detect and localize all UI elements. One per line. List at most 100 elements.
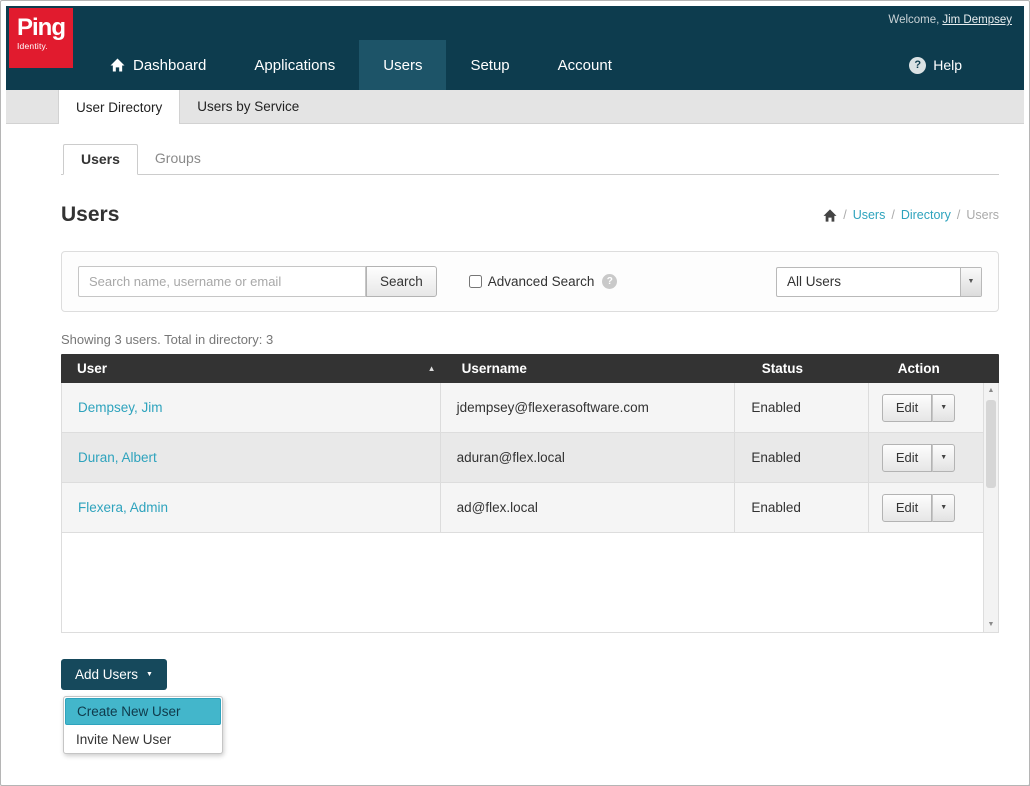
breadcrumb-current: Users [966,208,999,222]
search-button[interactable]: Search [366,266,437,297]
breadcrumb-separator: / [843,208,846,222]
sort-ascending-icon[interactable]: ▲ [428,364,436,373]
menu-item-create-new-user[interactable]: Create New User [65,698,221,725]
nav-item-dashboard[interactable]: Dashboard [86,40,230,90]
user-link[interactable]: Flexera, Admin [78,500,168,515]
column-label: Username [462,361,527,376]
advanced-search-help-icon[interactable]: ? [602,274,617,289]
table-row: Duran, Albert aduran@flex.local Enabled … [62,433,983,483]
column-header-username[interactable]: Username [446,361,746,376]
chevron-down-icon: ▼ [940,454,947,461]
nav-label: Users [383,57,422,74]
tab-groups[interactable]: Groups [138,144,218,174]
content-area: Users Groups Users / Users / Directory /… [6,124,1024,754]
logo-text-ping: Ping [17,15,73,41]
logo-text-identity: Identity. [17,41,73,51]
nav-item-users[interactable]: Users [359,40,446,90]
edit-split-button: Edit ▼ [882,444,955,472]
table-header: User ▲ Username Status Action [61,354,999,383]
breadcrumb-home-icon[interactable] [823,209,837,222]
welcome-label: Welcome, [888,14,939,26]
edit-split-button: Edit ▼ [882,394,955,422]
column-header-status[interactable]: Status [746,361,882,376]
breadcrumb-link-directory[interactable]: Directory [901,208,951,222]
page-header: Users / Users / Directory / Users [61,203,999,227]
user-filter-select[interactable]: All Users ▼ [776,267,982,297]
advanced-search-option: Advanced Search ? [469,274,618,289]
nav-item-applications[interactable]: Applications [230,40,359,90]
username-cell: aduran@flex.local [440,433,735,482]
tab-user-directory[interactable]: User Directory [58,90,180,124]
search-input[interactable] [78,266,366,297]
nav-item-account[interactable]: Account [534,40,636,90]
select-dropdown-icon: ▼ [960,268,981,296]
breadcrumb-separator: / [891,208,894,222]
nav-label: Account [558,57,612,74]
nav-item-setup[interactable]: Setup [446,40,533,90]
help-label: Help [933,57,962,73]
main-nav: Dashboard Applications Users Setup Accou… [86,40,636,90]
section-tabs: Users Groups [61,144,999,175]
user-cell: Dempsey, Jim [62,383,440,432]
welcome-area: Welcome,Jim Dempsey [888,14,1012,26]
filter-selected-value: All Users [777,274,960,289]
advanced-search-label: Advanced Search [488,274,595,289]
column-header-action: Action [882,361,999,376]
edit-button[interactable]: Edit [882,394,932,422]
add-users-menu: Create New User Invite New User [63,696,223,754]
status-cell: Enabled [734,383,868,432]
home-icon [110,58,125,72]
edit-button[interactable]: Edit [882,494,932,522]
action-cell: Edit ▼ [868,483,983,532]
table-row: Dempsey, Jim jdempsey@flexerasoftware.co… [62,383,983,433]
results-summary: Showing 3 users. Total in directory: 3 [61,332,999,347]
tab-users-by-service[interactable]: Users by Service [180,90,316,123]
help-link[interactable]: ? Help [909,40,962,90]
column-label: Status [762,361,803,376]
edit-dropdown-button[interactable]: ▼ [932,394,955,422]
top-header: Ping Identity. Welcome,Jim Dempsey Dashb… [6,6,1024,90]
column-label: User [77,361,107,376]
scrollbar-up-icon[interactable]: ▲ [984,383,998,398]
app-window: Ping Identity. Welcome,Jim Dempsey Dashb… [0,0,1030,786]
edit-dropdown-button[interactable]: ▼ [932,494,955,522]
add-users-button[interactable]: Add Users ▼ [61,659,167,690]
breadcrumb-link-users[interactable]: Users [853,208,886,222]
chevron-down-icon: ▼ [940,404,947,411]
breadcrumb: / Users / Directory / Users [823,208,999,222]
scrollbar-thumb[interactable] [986,400,996,488]
status-cell: Enabled [734,483,868,532]
nav-label: Applications [254,57,335,74]
edit-split-button: Edit ▼ [882,494,955,522]
edit-button[interactable]: Edit [882,444,932,472]
action-cell: Edit ▼ [868,433,983,482]
nav-label: Dashboard [133,57,206,74]
user-cell: Duran, Albert [62,433,440,482]
current-user-link[interactable]: Jim Dempsey [942,14,1012,26]
table-body: Dempsey, Jim jdempsey@flexerasoftware.co… [61,383,999,633]
add-users-label: Add Users [75,667,138,682]
column-header-user[interactable]: User ▲ [61,361,446,376]
column-label: Action [898,361,940,376]
page: Ping Identity. Welcome,Jim Dempsey Dashb… [6,6,1024,780]
breadcrumb-separator: / [957,208,960,222]
user-link[interactable]: Dempsey, Jim [78,400,163,415]
chevron-down-icon: ▼ [940,504,947,511]
page-title: Users [61,203,119,227]
chevron-down-icon: ▼ [146,671,153,678]
ping-identity-logo: Ping Identity. [9,8,73,68]
user-link[interactable]: Duran, Albert [78,450,157,465]
table-scrollbar[interactable]: ▲ ▼ [983,383,998,632]
advanced-search-checkbox[interactable] [469,275,482,288]
secondary-nav: User Directory Users by Service [6,90,1024,124]
scrollbar-down-icon[interactable]: ▼ [984,617,998,632]
search-panel: Search Advanced Search ? All Users ▼ [61,251,999,312]
users-table: User ▲ Username Status Action Dempsey, J… [61,354,999,633]
user-cell: Flexera, Admin [62,483,440,532]
tab-users[interactable]: Users [63,144,138,175]
nav-label: Setup [470,57,509,74]
username-cell: jdempsey@flexerasoftware.com [440,383,735,432]
menu-item-invite-new-user[interactable]: Invite New User [64,726,222,753]
status-cell: Enabled [734,433,868,482]
edit-dropdown-button[interactable]: ▼ [932,444,955,472]
